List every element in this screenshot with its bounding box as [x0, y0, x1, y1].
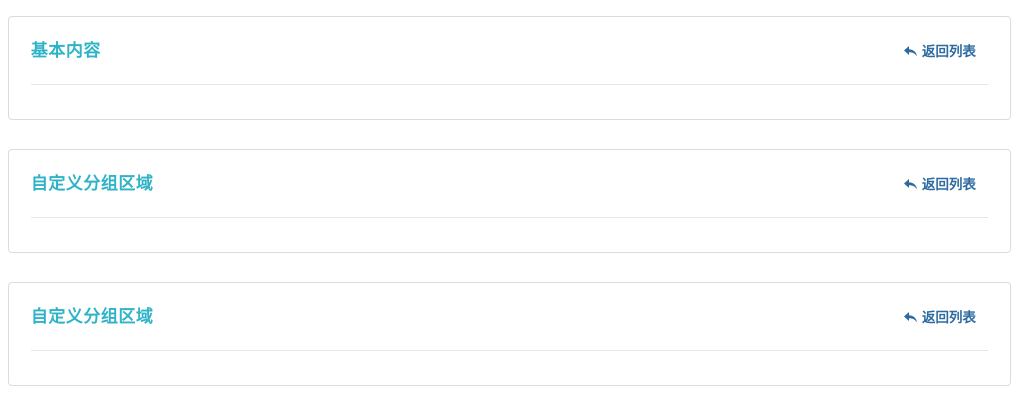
- panel-custom-group-2: 自定义分组区域 返回列表: [8, 282, 1011, 386]
- panel-custom-group-1: 自定义分组区域 返回列表: [8, 149, 1011, 253]
- page: 基本内容 返回列表 自定义分组区域 返回列表 自定义分组区域 返回列表: [0, 0, 1024, 403]
- back-to-list-label: 返回列表: [922, 310, 976, 326]
- panel-header: 自定义分组区域 返回列表: [31, 150, 988, 218]
- back-to-list-label: 返回列表: [922, 177, 976, 193]
- back-to-list-button[interactable]: 返回列表: [903, 309, 976, 327]
- panel-title: 自定义分组区域: [31, 307, 154, 327]
- back-to-list-button[interactable]: 返回列表: [903, 43, 976, 61]
- back-to-list-label: 返回列表: [922, 44, 976, 60]
- reply-arrow-icon: [903, 178, 918, 192]
- panel-header: 基本内容 返回列表: [31, 17, 988, 85]
- panel-title: 自定义分组区域: [31, 174, 154, 194]
- panel-basic-content: 基本内容 返回列表: [8, 16, 1011, 120]
- back-to-list-button[interactable]: 返回列表: [903, 176, 976, 194]
- panel-header: 自定义分组区域 返回列表: [31, 283, 988, 351]
- reply-arrow-icon: [903, 45, 918, 59]
- reply-arrow-icon: [903, 311, 918, 325]
- panel-title: 基本内容: [31, 41, 101, 61]
